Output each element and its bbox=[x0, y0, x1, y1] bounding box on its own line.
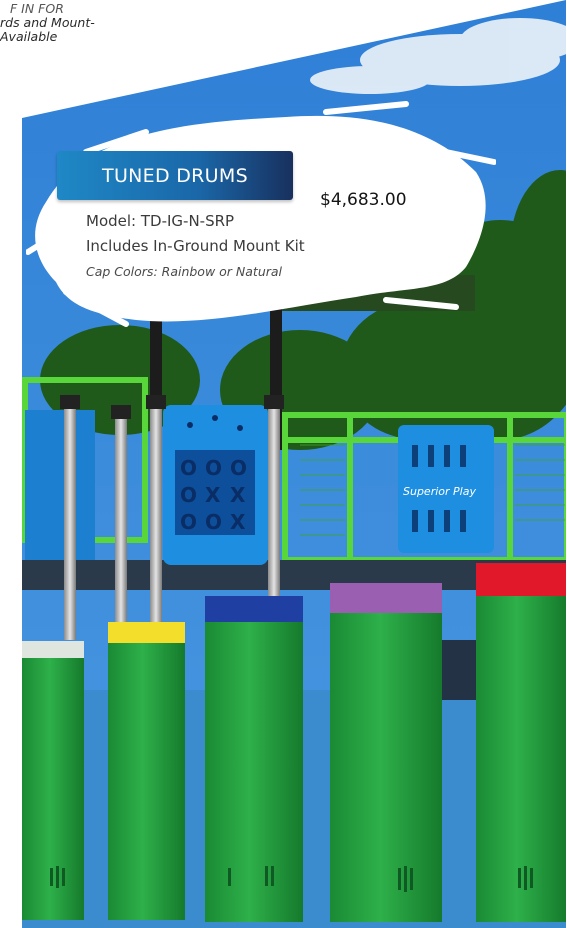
svg-text:O: O bbox=[180, 456, 197, 480]
top-note: F IN FOR rds and Mount- Available bbox=[0, 2, 160, 44]
product-cap-colors: Cap Colors: Rainbow or Natural bbox=[86, 264, 283, 279]
drum-3 bbox=[205, 596, 303, 922]
svg-text:X: X bbox=[205, 483, 221, 507]
drum-5 bbox=[476, 563, 566, 922]
product-price: $4,683.00 bbox=[320, 190, 407, 210]
svg-text:O: O bbox=[205, 456, 222, 480]
product-includes: Includes In-Ground Mount Kit bbox=[86, 237, 305, 255]
svg-text:O: O bbox=[180, 510, 197, 534]
top-note-line-2: Available bbox=[0, 29, 58, 44]
tic-tac-toe-panel: OOO OXX OOX bbox=[163, 405, 268, 565]
blue-slide bbox=[25, 410, 95, 560]
top-note-cutoff-line: F IN FOR bbox=[10, 1, 64, 16]
music-panel-brand: Superior Play bbox=[403, 485, 476, 498]
product-title: TUNED DRUMS bbox=[102, 164, 248, 187]
drum-2 bbox=[108, 622, 185, 920]
top-note-line-1: rds and Mount- bbox=[0, 15, 95, 30]
svg-text:O: O bbox=[205, 510, 222, 534]
product-title-bar: TUNED DRUMS bbox=[57, 151, 293, 200]
svg-text:X: X bbox=[230, 510, 246, 534]
svg-text:O: O bbox=[230, 456, 247, 480]
svg-text:O: O bbox=[180, 483, 197, 507]
svg-text:X: X bbox=[230, 483, 246, 507]
drum-4 bbox=[330, 583, 442, 922]
music-panel: Superior Play bbox=[398, 425, 494, 553]
product-model: Model: TD-IG-N-SRP bbox=[86, 212, 235, 230]
